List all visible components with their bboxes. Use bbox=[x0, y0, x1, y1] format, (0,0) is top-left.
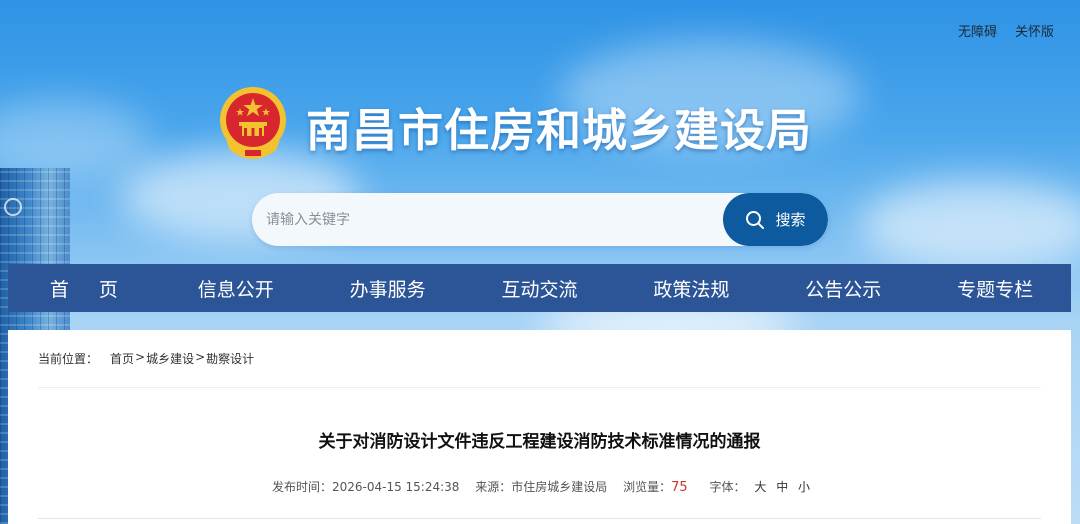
nav-item-home[interactable]: 首页 bbox=[8, 264, 160, 312]
search-icon bbox=[746, 210, 765, 229]
elder-mode-link[interactable]: 关怀版 bbox=[1015, 21, 1054, 40]
search-button-label: 搜索 bbox=[775, 211, 806, 229]
accessibility-link[interactable]: 无障碍 bbox=[958, 21, 997, 40]
site-title: 南昌市住房和城乡建设局 bbox=[306, 104, 813, 157]
nav-item-special-topics[interactable]: 专题专栏 bbox=[919, 264, 1071, 312]
nav-item-interaction[interactable]: 互动交流 bbox=[464, 264, 616, 312]
search-input[interactable] bbox=[252, 193, 722, 246]
divider bbox=[38, 387, 1041, 388]
breadcrumb-home[interactable]: 首页 bbox=[110, 350, 134, 367]
cloud-decoration bbox=[860, 180, 1080, 270]
breadcrumb-urban-rural[interactable]: 城乡建设 bbox=[146, 350, 194, 367]
font-size-large[interactable]: 大 bbox=[754, 480, 766, 494]
nav-item-announcements[interactable]: 公告公示 bbox=[767, 264, 919, 312]
nav-item-policies[interactable]: 政策法规 bbox=[615, 264, 767, 312]
top-links: 无障碍 关怀版 bbox=[958, 21, 1054, 40]
breadcrumb: 当前位置： 首页 > 城乡建设 > 勘察设计 bbox=[38, 350, 254, 367]
divider bbox=[38, 518, 1041, 519]
font-size-medium[interactable]: 中 bbox=[776, 480, 788, 494]
views-label: 浏览量：75 bbox=[623, 480, 688, 495]
font-size-small[interactable]: 小 bbox=[798, 480, 810, 494]
search-button[interactable]: 搜索 bbox=[723, 193, 828, 246]
breadcrumb-survey-design[interactable]: 勘察设计 bbox=[206, 350, 254, 367]
content-card: 当前位置： 首页 > 城乡建设 > 勘察设计 关于对消防设计文件违反工程建设消防… bbox=[8, 330, 1071, 524]
nav-item-info-disclosure[interactable]: 信息公开 bbox=[160, 264, 312, 312]
search-bar: 搜索 bbox=[252, 193, 828, 246]
nav-item-services[interactable]: 办事服务 bbox=[312, 264, 464, 312]
national-emblem-icon bbox=[220, 87, 286, 159]
view-count: 75 bbox=[671, 480, 688, 495]
publish-time-label: 发布时间：2026-04-15 15:24:38 bbox=[271, 480, 460, 494]
breadcrumb-separator: > bbox=[195, 350, 206, 364]
source-label: 来源：市住房城乡建设局 bbox=[475, 480, 608, 494]
breadcrumb-label: 当前位置： bbox=[38, 352, 99, 366]
breadcrumb-separator: > bbox=[135, 350, 146, 364]
main-nav: 首页 信息公开 办事服务 互动交流 政策法规 公告公示 专题专栏 bbox=[8, 264, 1071, 312]
article-meta: 发布时间：2026-04-15 15:24:38 来源：市住房城乡建设局 浏览量… bbox=[8, 478, 1071, 495]
article-title: 关于对消防设计文件违反工程建设消防技术标准情况的通报 bbox=[318, 432, 761, 452]
font-size-label: 字体： bbox=[709, 480, 746, 494]
